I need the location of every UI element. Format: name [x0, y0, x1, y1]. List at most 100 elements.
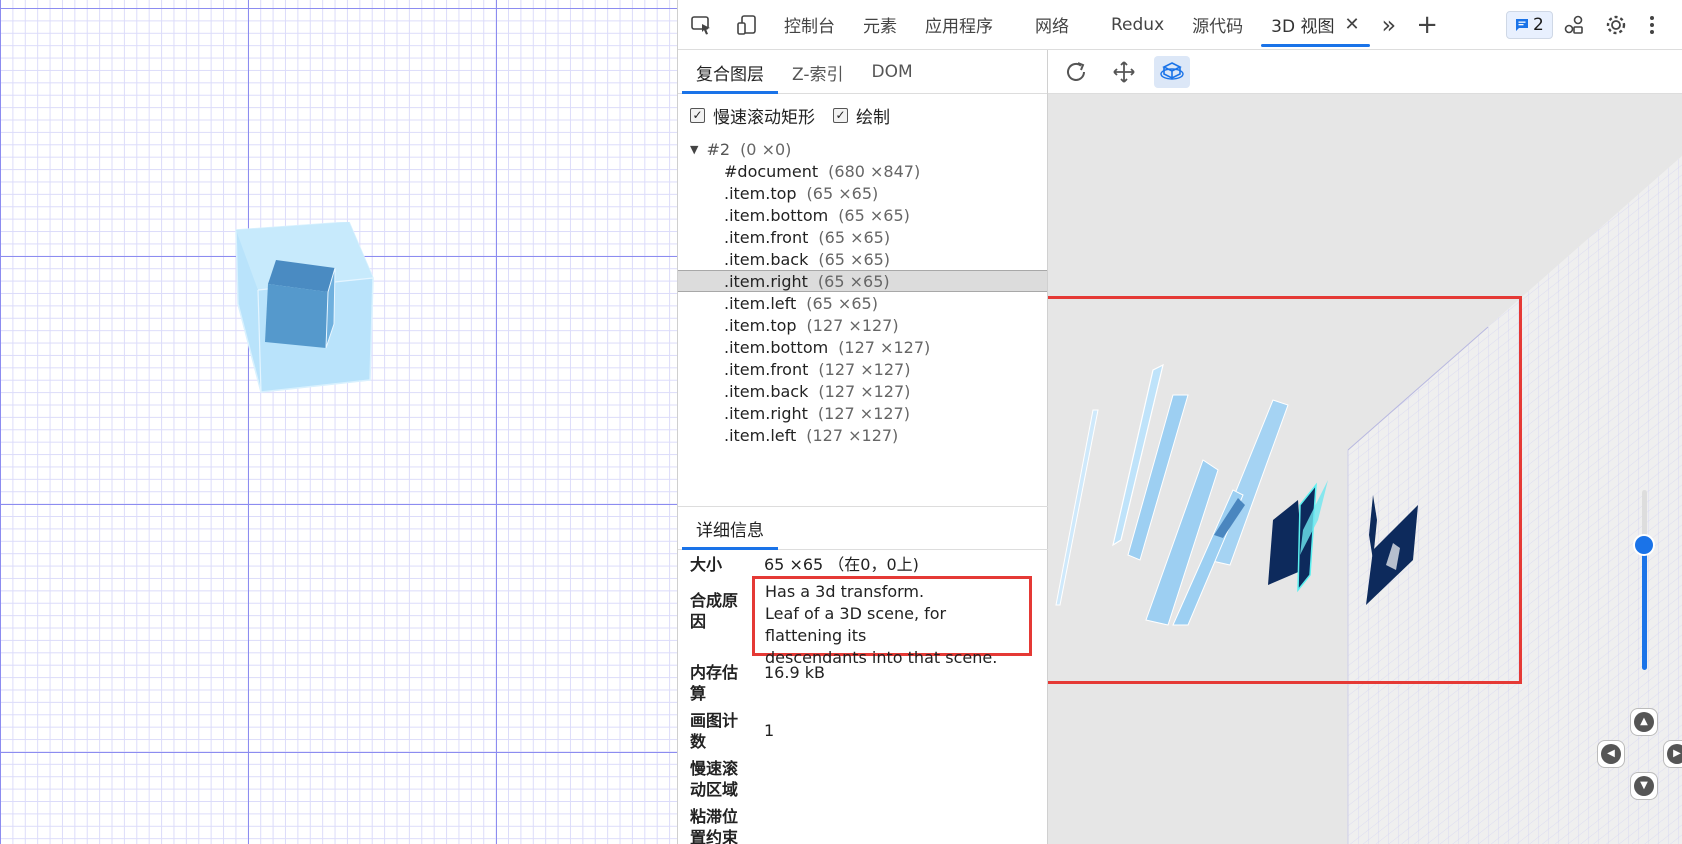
zoom-slider-handle[interactable]	[1633, 534, 1655, 556]
tab-redux[interactable]: Redux	[1097, 0, 1178, 50]
nav-down-button[interactable]: ▼	[1630, 772, 1658, 800]
detail-row-paint-count: 画图计 数 1	[678, 710, 774, 752]
layer-row[interactable]: .item.left (127 ×127)	[678, 424, 1047, 446]
details-panel: 详细信息 大小 65 ×65 （在0，0上) 合成原 因 Has a 3d tr…	[678, 506, 1048, 844]
layer-name: .item.top	[724, 315, 797, 335]
compositing-reasons-highlight: Has a 3d transform. Leaf of a 3D scene, …	[752, 576, 1032, 667]
tab-label: 源代码	[1192, 17, 1244, 37]
layer-dims: (65 ×65)	[838, 205, 910, 225]
layer-name: .item.back	[724, 249, 809, 269]
layer-row[interactable]: .item.front (65 ×65)	[678, 226, 1047, 248]
layer-row[interactable]: .item.back (127 ×127)	[678, 380, 1047, 402]
tab-details[interactable]: 详细信息	[682, 507, 778, 550]
detail-key: 慢速滚 动区域	[690, 758, 764, 800]
layer-name: .item.right	[724, 271, 808, 291]
expand-triangle-icon[interactable]: ▼	[690, 143, 698, 156]
tab-application[interactable]: 应用程序	[911, 0, 1007, 50]
tab-console[interactable]: 控制台	[770, 0, 849, 50]
detail-key-line: 画图计	[690, 711, 739, 730]
issues-badge[interactable]: 2	[1506, 10, 1553, 39]
message-icon	[1516, 18, 1529, 31]
layers-subtabs: 复合图层 Z-索引 DOM	[678, 50, 1047, 94]
layer-name: .item.right	[724, 403, 808, 423]
reason-line: Has a 3d transform.	[765, 582, 925, 601]
nav-left-button[interactable]: ◀	[1597, 740, 1625, 768]
tab-label: 应用程序	[925, 17, 993, 37]
tab-elements[interactable]: 元素	[849, 0, 911, 50]
layer-dims: (680 ×847)	[828, 161, 921, 181]
layer-row[interactable]: .item.right (127 ×127)	[678, 402, 1047, 424]
layer-dims: (65 ×65)	[818, 249, 891, 269]
detail-key: 内存估 算	[690, 662, 764, 704]
more-tabs-icon[interactable]: »	[1374, 0, 1405, 50]
tab-label: 3D 视图	[1271, 17, 1335, 37]
detail-row-slow-scroll: 慢速滚 动区域	[678, 758, 764, 800]
layer-dims: (127 ×127)	[817, 403, 910, 423]
checkbox-checked-icon: ✓	[690, 107, 705, 123]
nav-right-button[interactable]: ▶	[1663, 740, 1682, 768]
layer-dims: (127 ×127)	[806, 315, 899, 335]
3d-viewer[interactable]: ▲ ◀ ▶ ▼	[1048, 50, 1682, 844]
more-options-icon[interactable]	[1637, 0, 1667, 50]
reset-view-icon[interactable]	[1058, 56, 1094, 88]
inspect-element-icon[interactable]	[678, 0, 724, 50]
layer-row[interactable]: .item.bottom (127 ×127)	[678, 336, 1047, 358]
detail-key-line: 算	[690, 684, 707, 703]
detail-row-size: 大小 65 ×65 （在0，0上)	[678, 554, 919, 576]
nav-up-button[interactable]: ▲	[1630, 708, 1658, 736]
paint-checkbox[interactable]: ✓ 绘制	[833, 103, 890, 128]
arrow-right-icon: ▶	[1667, 744, 1682, 764]
layer-row[interactable]: .item.back (65 ×65)	[678, 248, 1047, 270]
zoom-slider-fill	[1642, 542, 1647, 670]
layer-row[interactable]: .item.bottom (65 ×65)	[678, 204, 1047, 226]
detail-row-sticky: 粘滞位 置约束	[678, 806, 764, 844]
layer-row[interactable]: .item.left (65 ×65)	[678, 292, 1047, 314]
detail-key-line: 慢速滚	[690, 759, 739, 778]
layer-name: #document	[724, 161, 819, 181]
subtab-z-index[interactable]: Z-索引	[778, 51, 857, 93]
rotate-mode-icon[interactable]	[1154, 55, 1190, 88]
devtools-panel: 控制台 元素 应用程序 网络 Redux 源代码 3D 视图 ✕ » + 2 复…	[677, 0, 1682, 844]
layer-row-selected[interactable]: .item.right (65 ×65)	[678, 270, 1047, 292]
3d-viewer-toolbar	[1048, 50, 1682, 94]
layer-name: .item.bottom	[724, 337, 829, 357]
detail-row-memory: 内存估 算 16.9 kB	[678, 662, 825, 704]
detail-value: 16.9 kB	[764, 663, 825, 682]
tab-label: 元素	[863, 17, 897, 37]
tab-network[interactable]: 网络	[1007, 0, 1097, 50]
layer-dims: (127 ×127)	[818, 381, 911, 401]
screen: 控制台 元素 应用程序 网络 Redux 源代码 3D 视图 ✕ » + 2 复…	[0, 0, 1682, 844]
layer-row[interactable]: .item.top (127 ×127)	[678, 314, 1047, 336]
checkbox-checked-icon: ✓	[833, 107, 848, 123]
tree-root-row[interactable]: ▼ #2 (0 ×0)	[678, 138, 1047, 160]
arrow-up-icon: ▲	[1634, 712, 1654, 732]
subtab-composited-layers[interactable]: 复合图层	[682, 51, 778, 94]
connection-icon[interactable]	[1553, 0, 1595, 50]
layer-dims: (127 ×127)	[806, 425, 899, 445]
detail-key-line: 数	[690, 732, 707, 751]
gear-icon[interactable]	[1595, 0, 1637, 50]
detail-value: 65 ×65 （在0，0上)	[764, 555, 919, 574]
layer-name: .item.front	[724, 227, 809, 247]
arrow-left-icon: ◀	[1601, 744, 1621, 764]
checkbox-label: 绘制	[856, 107, 890, 128]
detail-key-line: 置约束	[690, 828, 739, 844]
layer-row[interactable]: .item.front (127 ×127)	[678, 358, 1047, 380]
tab-3d-view[interactable]: 3D 视图 ✕	[1257, 0, 1373, 50]
3d-scene-render[interactable]	[1048, 50, 1682, 844]
layer-options: ✓ 慢速滚动矩形 ✓ 绘制	[678, 94, 1047, 136]
layer-dims: (65 ×65)	[818, 227, 891, 247]
layer-dims: (65 ×65)	[817, 271, 890, 291]
details-body: 大小 65 ×65 （在0，0上) 合成原 因 Has a 3d transfo…	[678, 550, 1048, 844]
layer-row[interactable]: #document (680 ×847)	[678, 160, 1047, 182]
pan-mode-icon[interactable]	[1106, 56, 1142, 88]
slow-scroll-rects-checkbox[interactable]: ✓ 慢速滚动矩形	[690, 103, 815, 128]
detail-value: 1	[764, 721, 775, 740]
subtab-dom[interactable]: DOM	[857, 51, 926, 93]
device-emulation-icon[interactable]	[724, 0, 770, 50]
tab-sources[interactable]: 源代码	[1178, 0, 1257, 50]
close-tab-icon[interactable]: ✕	[1344, 14, 1359, 35]
reason-line: Leaf of a 3D scene, for flattening its	[765, 604, 947, 645]
layer-row[interactable]: .item.top (65 ×65)	[678, 182, 1047, 204]
add-tab-icon[interactable]: +	[1404, 0, 1450, 50]
